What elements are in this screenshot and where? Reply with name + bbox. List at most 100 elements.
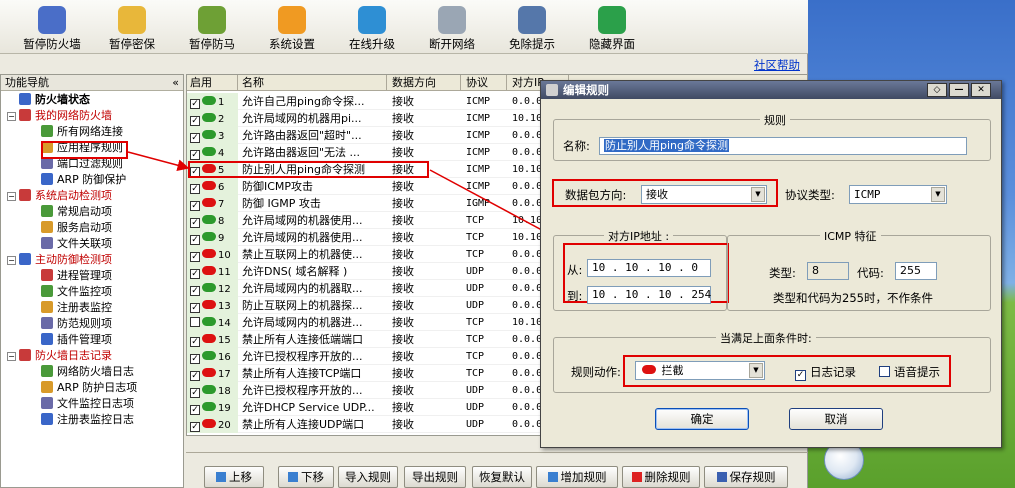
enable-checkbox[interactable]: ✓ [190,218,200,228]
nav-item[interactable]: 进程管理项 [41,268,112,284]
enable-checkbox[interactable]: ✓ [190,371,200,381]
nav-item[interactable]: 文件关联项 [41,236,112,252]
rule-button-4[interactable]: 导出规则 [404,466,466,488]
chevron-down-icon[interactable]: ▼ [751,187,765,202]
enable-cell[interactable]: ✓ 7 [187,195,238,212]
toolbar-button-1[interactable]: 暂停防火墙 [12,4,92,52]
nav-item[interactable]: 防范规则项 [41,316,112,332]
enable-cell[interactable]: ✓ 18 [187,382,238,399]
toolbar-button-8[interactable]: 隐藏界面 [572,4,652,52]
enable-cell[interactable]: ✓ 19 [187,399,238,416]
chevron-down-icon[interactable]: ▼ [749,363,763,378]
enable-cell[interactable]: ✓ 9 [187,229,238,246]
enable-checkbox[interactable]: ✓ [190,99,200,109]
enable-checkbox[interactable]: ✓ [190,150,200,160]
nav-item[interactable]: 网络防火墙日志 [41,364,134,380]
enable-checkbox[interactable]: ✓ [190,133,200,143]
nav-collapse-button[interactable]: « [172,75,179,90]
toolbar-button-2[interactable]: 暂停密保 [92,4,172,52]
enable-cell[interactable]: ✓ 13 [187,297,238,314]
enable-cell[interactable]: ✓ 16 [187,348,238,365]
enable-cell[interactable]: ✓ 4 [187,144,238,161]
tree-toggle-icon[interactable]: − [7,192,16,201]
toolbar-button-3[interactable]: 暂停防马 [172,4,252,52]
toolbar-button-4[interactable]: 系统设置 [252,4,332,52]
enable-cell[interactable]: ✓ 8 [187,212,238,229]
enable-cell[interactable]: ✓ 10 [187,246,238,263]
enable-checkbox[interactable]: ✓ [190,116,200,126]
action-select[interactable]: 拦截 ▼ [635,361,765,380]
rule-button-2[interactable]: 下移 [278,466,334,488]
toolbar-button-6[interactable]: 断开网络 [412,4,492,52]
nav-item[interactable]: 文件监控项 [41,284,112,300]
log-checkbox[interactable]: ✓ 日志记录 [795,364,856,381]
enable-checkbox[interactable]: ✓ [190,201,200,211]
enable-cell[interactable]: ✓ 3 [187,127,238,144]
to-ip-field[interactable]: 10 . 10 . 10 . 254 [587,286,711,304]
nav-item[interactable]: 注册表监控日志 [41,412,134,428]
chevron-down-icon[interactable]: ▼ [931,187,945,202]
nav-item[interactable]: 文件监控日志项 [41,396,134,412]
rule-button-7[interactable]: 删除规则 [622,466,700,488]
enable-checkbox[interactable]: ✓ [190,337,200,347]
rule-button-5[interactable]: 恢复默认 [472,466,532,488]
nav-item[interactable]: − 主动防御检测项 [7,252,112,268]
enable-cell[interactable]: ✓ 20 [187,416,238,433]
enable-checkbox[interactable]: ✓ [190,184,200,194]
enable-cell[interactable]: ✓ 1 [187,93,238,110]
enable-cell[interactable]: ✓ 12 [187,280,238,297]
rule-button-1[interactable]: 上移 [204,466,264,488]
dialog-minimize-button[interactable]: — [949,83,969,97]
nav-item[interactable]: 常规启动项 [41,204,112,220]
nav-item[interactable]: 所有网络连接 [41,124,123,140]
nav-item[interactable]: 服务启动项 [41,220,112,236]
nav-item[interactable]: − 我的网络防火墙 [7,108,112,124]
enable-checkbox[interactable] [190,317,200,327]
enable-cell[interactable]: ✓ 6 [187,178,238,195]
enable-checkbox[interactable]: ✓ [190,354,200,364]
community-help-link[interactable]: 社区帮助 [754,57,800,73]
column-header[interactable]: 协议 [463,75,507,91]
enable-checkbox[interactable]: ✓ [190,405,200,415]
tree-toggle-icon[interactable]: − [7,112,16,121]
enable-checkbox[interactable]: ✓ [190,269,200,279]
tree-toggle-icon[interactable]: − [7,352,16,361]
ok-button[interactable]: 确定 [655,408,749,430]
nav-item[interactable]: 注册表监控 [41,300,112,316]
nav-item[interactable]: ARP 防护日志项 [41,380,137,396]
toolbar-button-7[interactable]: 免除提示 [492,4,572,52]
enable-cell[interactable]: ✓ 11 [187,263,238,280]
nav-item[interactable]: ARP 防御保护 [41,172,126,188]
from-ip-field[interactable]: 10 . 10 . 10 . 0 [587,259,711,277]
nav-item[interactable]: − 防火墙日志记录 [7,348,112,364]
enable-cell[interactable]: 14 [187,314,238,331]
cancel-button[interactable]: 取消 [789,408,883,430]
column-header[interactable]: 启用 [187,75,238,91]
column-header[interactable]: 名称 [239,75,387,91]
enable-checkbox[interactable]: ✓ [190,235,200,245]
rule-button-6[interactable]: 增加规则 [536,466,618,488]
enable-checkbox[interactable]: ✓ [190,422,200,432]
rule-button-3[interactable]: 导入规则 [338,466,398,488]
direction-select[interactable]: 接收 ▼ [641,185,767,204]
enable-checkbox[interactable]: ✓ [190,303,200,313]
nav-item[interactable]: 插件管理项 [41,332,112,348]
icmp-code-field[interactable]: 255 [895,262,937,280]
nav-item[interactable]: − 系统启动检测项 [7,188,112,204]
rule-button-8[interactable]: 保存规则 [704,466,788,488]
toolbar-button-5[interactable]: 在线升级 [332,4,412,52]
enable-checkbox[interactable]: ✓ [190,252,200,262]
dialog-close-button[interactable]: ✕ [971,83,991,97]
enable-cell[interactable]: ✓ 15 [187,331,238,348]
enable-checkbox[interactable]: ✓ [190,286,200,296]
enable-cell[interactable]: ✓ 2 [187,110,238,127]
icmp-type-field[interactable]: 8 [807,262,849,280]
dialog-help-button[interactable]: ◇ [927,83,947,97]
protocol-select[interactable]: ICMP ▼ [849,185,947,204]
column-header[interactable]: 数据方向 [389,75,461,91]
enable-cell[interactable]: ✓ 17 [187,365,238,382]
voice-checkbox[interactable]: 语音提示 [879,364,940,380]
enable-checkbox[interactable]: ✓ [190,388,200,398]
name-field[interactable]: 防止别人用ping命令探测 [599,137,967,155]
nav-item[interactable]: 防火墙状态 [19,92,90,108]
